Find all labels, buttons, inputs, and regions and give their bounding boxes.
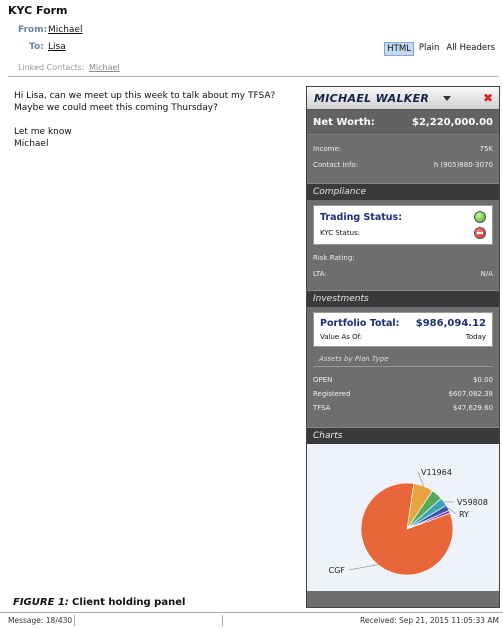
contact-value: h (905)880-3070 bbox=[433, 161, 493, 169]
income-row: Income: 75K bbox=[307, 141, 499, 157]
trading-status-label: Trading Status: bbox=[320, 211, 403, 223]
close-icon[interactable]: ✖ bbox=[483, 91, 493, 105]
pie-label: V11964 bbox=[421, 468, 452, 477]
contact-label: Contact Info: bbox=[313, 161, 359, 169]
plan-row: OPEN $0.00 bbox=[307, 373, 499, 387]
net-worth-label: Net Worth: bbox=[313, 116, 375, 128]
net-worth-row: Net Worth: $2,220,000.00 bbox=[307, 110, 499, 135]
linked-contacts-label: Linked Contacts: bbox=[18, 63, 85, 72]
message-line: Maybe we could meet this coming Thursday… bbox=[14, 103, 218, 113]
value-as-of-label: Value As Of: bbox=[320, 333, 363, 341]
trading-status-row: Trading Status: bbox=[320, 211, 486, 223]
assets-by-plan-header: Assets by Plan Type bbox=[313, 352, 493, 367]
panel-header: MICHAEL WALKER ✖ bbox=[307, 87, 499, 110]
risk-label: Risk Rating: bbox=[313, 254, 355, 262]
dropdown-icon[interactable] bbox=[442, 95, 451, 101]
view-plain-button[interactable]: Plain bbox=[417, 42, 441, 56]
value-as-of-value: Today bbox=[465, 333, 486, 341]
to-label: To: bbox=[29, 42, 44, 52]
risk-row: Risk Rating: bbox=[307, 250, 499, 266]
figure-text: Client holding panel bbox=[72, 597, 186, 608]
plan-value: $47,629.60 bbox=[452, 404, 493, 412]
plan-name: TFSA bbox=[313, 404, 331, 412]
lta-value: N/A bbox=[480, 270, 493, 278]
plan-name: Registered bbox=[313, 390, 351, 398]
status-separator bbox=[74, 615, 75, 626]
from-label: From: bbox=[18, 25, 48, 35]
message-line: Michael bbox=[14, 139, 49, 149]
income-label: Income: bbox=[313, 145, 342, 153]
message-body: Hi Lisa, can we meet up this week to tal… bbox=[14, 90, 294, 150]
kyc-status-label: KYC Status: bbox=[320, 229, 361, 237]
pie-label-leader bbox=[348, 564, 378, 571]
status-bar: Message: 18/430 Received: Sep 21, 2015 1… bbox=[0, 612, 503, 629]
portfolio-box: Portfolio Total: $986,094.12 Value As Of… bbox=[313, 312, 493, 347]
header-divider bbox=[8, 76, 499, 77]
status-alert-icon bbox=[474, 227, 486, 239]
message-line bbox=[14, 114, 294, 126]
lta-label: LTA: bbox=[313, 270, 327, 278]
portfolio-value: $986,094.12 bbox=[415, 318, 486, 329]
figure-label: FIGURE 1: bbox=[13, 597, 69, 608]
plan-value: $607,082.38 bbox=[448, 390, 493, 398]
from-link[interactable]: Michael bbox=[48, 25, 82, 35]
holdings-pie-chart: CGF V11964 V59808 RY bbox=[329, 468, 488, 576]
message-line: Let me know bbox=[14, 127, 72, 137]
investments-header: Investments bbox=[307, 290, 499, 307]
view-all-headers-button[interactable]: All Headers bbox=[444, 42, 497, 56]
plan-name: OPEN bbox=[313, 376, 333, 384]
plan-row: TFSA $47,629.60 bbox=[307, 401, 499, 415]
charts-area: CGF V11964 V59808 RY bbox=[307, 444, 499, 591]
view-html-button[interactable]: HTML bbox=[384, 42, 414, 56]
contact-row: Contact Info: h (905)880-3070 bbox=[307, 157, 499, 173]
portfolio-row: Portfolio Total: $986,094.12 bbox=[320, 318, 486, 329]
form-title: KYC Form bbox=[8, 4, 68, 17]
to-link[interactable]: Lisa bbox=[48, 42, 66, 52]
client-holding-panel: MICHAEL WALKER ✖ Net Worth: $2,220,000.0… bbox=[306, 86, 500, 608]
client-name: MICHAEL WALKER bbox=[314, 91, 430, 105]
linked-contact-link[interactable]: Michael bbox=[89, 63, 120, 72]
pie-label: V59808 bbox=[457, 498, 488, 507]
plan-value: $0.00 bbox=[472, 376, 493, 384]
pie-label: CGF bbox=[329, 566, 346, 575]
figure-caption: FIGURE 1: Client holding panel bbox=[13, 597, 185, 608]
value-as-of-row: Value As Of: Today bbox=[320, 333, 486, 341]
charts-header: Charts bbox=[307, 427, 499, 444]
status-separator bbox=[222, 615, 223, 626]
pie-label: RY bbox=[459, 510, 469, 519]
kyc-status-row: KYC Status: bbox=[320, 227, 486, 239]
compliance-box: Trading Status: KYC Status: bbox=[313, 205, 493, 245]
message-count: Message: 18/430 bbox=[8, 616, 73, 625]
portfolio-label: Portfolio Total: bbox=[320, 318, 400, 329]
compliance-header: Compliance bbox=[307, 183, 499, 200]
view-toggle: HTML Plain All Headers bbox=[384, 42, 497, 56]
net-worth-value: $2,220,000.00 bbox=[412, 116, 493, 128]
message-line: Hi Lisa, can we meet up this week to tal… bbox=[14, 91, 276, 101]
plan-row: Registered $607,082.38 bbox=[307, 387, 499, 401]
status-ok-icon bbox=[474, 211, 486, 223]
received-timestamp: Received: Sep 21, 2015 11:05:33 AM bbox=[359, 616, 499, 625]
income-value: 75K bbox=[479, 145, 494, 153]
lta-row: LTA: N/A bbox=[307, 266, 499, 282]
